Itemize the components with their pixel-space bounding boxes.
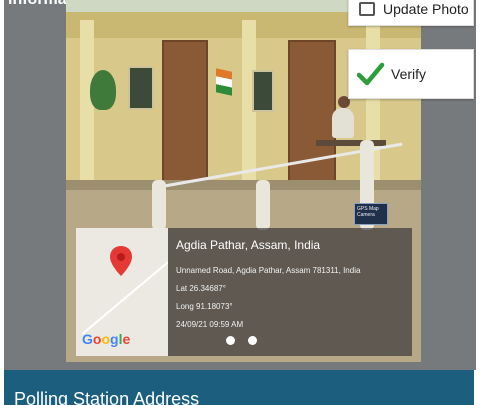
photo-notice-board <box>128 66 154 110</box>
section-header-bar: Polling Station Address <box>4 370 474 405</box>
photo-door <box>162 40 208 190</box>
photo-verification-screen: Information GPS Map Camera <box>0 0 480 405</box>
update-photo-label: Update Photo <box>383 1 469 17</box>
photo-person <box>332 108 354 138</box>
section-title: Polling Station Address <box>14 389 200 405</box>
photo-notice-board <box>252 70 274 112</box>
geotag-overlay: Google Agdia Pathar, Assam, India Unname… <box>76 228 412 356</box>
photo-pillar <box>80 20 94 195</box>
location-address: Unnamed Road, Agdia Pathar, Assam 781311… <box>176 266 361 275</box>
map-thumbnail: Google <box>76 228 168 356</box>
location-title: Agdia Pathar, Assam, India <box>176 238 321 252</box>
gps-camera-badge-text: GPS Map Camera <box>357 206 379 218</box>
photo-post <box>256 180 270 230</box>
carousel-dot[interactable] <box>226 336 235 345</box>
photo-flag <box>216 68 232 96</box>
google-logo: Google <box>82 331 131 347</box>
gps-camera-badge: GPS Map Camera <box>354 203 388 225</box>
photo-table <box>316 140 386 146</box>
verify-button[interactable]: Verify <box>348 49 474 99</box>
photo-icon <box>359 2 375 16</box>
verify-label: Verify <box>391 66 427 82</box>
carousel-dot[interactable] <box>248 336 257 345</box>
location-latitude: Lat 26.34687° <box>176 284 226 293</box>
location-datetime: 24/09/21 09:59 AM <box>176 320 244 329</box>
map-pin-icon <box>110 246 132 276</box>
update-photo-button[interactable]: Update Photo <box>348 0 474 26</box>
photo-post <box>152 180 166 230</box>
checkmark-icon <box>356 62 385 86</box>
photo-wall-painting <box>90 70 116 110</box>
location-longitude: Long 91.18073° <box>176 302 233 311</box>
